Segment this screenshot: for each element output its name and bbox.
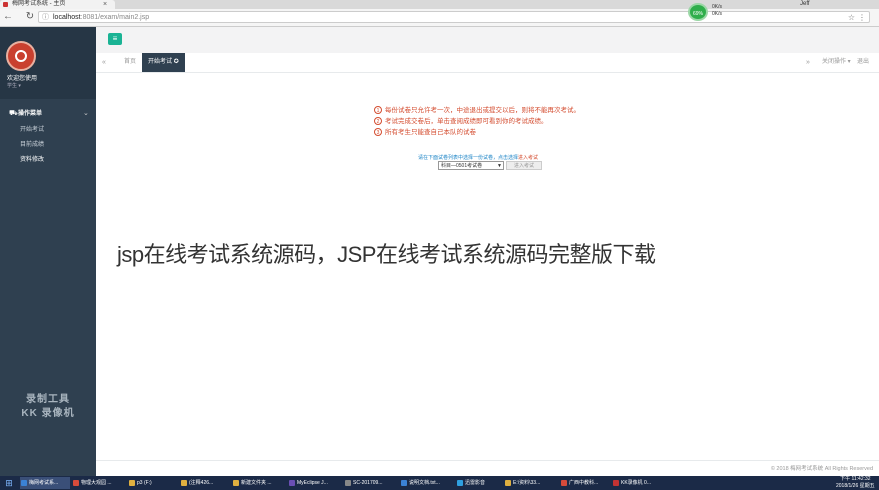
double-chevron-right-icon[interactable]: » [806, 53, 810, 72]
chevron-down-icon: ⌄ [83, 110, 89, 117]
car-icon: ⛟ [9, 110, 18, 117]
submenu: 开始考试 目前成绩 资料修改 [0, 123, 96, 168]
browser-tab[interactable]: 梅网考试系统 - 主页 × [0, 0, 115, 9]
tab-start-exam[interactable]: 开始考试 ✪ [142, 53, 185, 72]
app-icon [505, 480, 511, 486]
close-icon[interactable]: × [103, 0, 107, 9]
taskbar-item[interactable]: 迅雷影音 [456, 477, 502, 489]
notice-line: 2 考试完成交卷后，单击查阅成绩即可看到你的考试成绩。 [374, 116, 674, 127]
taskbar-item-label: 迅雷影音 [465, 480, 486, 486]
speed-percent: 69% [688, 3, 708, 21]
app-icon [233, 480, 239, 486]
taskbar-item[interactable]: 新建文件夹 ... [232, 477, 286, 489]
user-role-dropdown[interactable]: 学生 ▾ [7, 82, 21, 89]
sidebar-item-current-score[interactable]: 目前成绩 [0, 138, 96, 153]
windows-start-icon[interactable]: ⊞ [2, 477, 16, 489]
taskbar-item[interactable]: SC-201709... [344, 477, 398, 489]
taskbar-item-label: 梅网考试系... [29, 480, 59, 486]
taskbar-item-label: 新建文件夹 ... [241, 480, 272, 486]
taskbar-item[interactable]: 梅网考试系... [20, 477, 70, 489]
sidebar-profile: 欢迎您使用 学生 ▾ [0, 27, 96, 99]
taskbar-item[interactable]: KK录像机 0... [612, 477, 662, 489]
reload-icon[interactable]: ↻ [24, 11, 36, 23]
recorder-watermark-line1: 录制工具 [26, 394, 70, 405]
app-icon [289, 480, 295, 486]
overlay-title: jsp在线考试系统源码，JSP在线考试系统源码完整版下载 [117, 237, 656, 269]
taskbar-item[interactable]: 广西中教科... [560, 477, 610, 489]
recorder-watermark: 录制工具 KK 录像机 [0, 393, 96, 421]
notice-line: 1 每份试卷只允许考一次，中途退出或提交以后，则将不能再次考试。 [374, 105, 674, 116]
taskbar-item-label: 广西中教科... [569, 480, 599, 486]
exam-select[interactable]: 科目—0501考试卷 ▼ [438, 161, 504, 170]
menu-dots-icon[interactable]: ⋮ [858, 12, 866, 23]
taskbar-item-label: E:\资料\33... [513, 480, 541, 486]
menu-group-label: 操作菜单 [18, 111, 43, 117]
taskbar-clock[interactable]: 下午 11:42:32 2018/1/26 星期五 [836, 476, 875, 490]
hamburger-icon[interactable]: ≡ [108, 33, 122, 45]
close-ops-dropdown[interactable]: 关闭操作 ▾ [822, 53, 851, 72]
page-tabs: « 首页 开始考试 ✪ » 关闭操作 ▾ 退出 [96, 53, 879, 73]
double-chevron-left-icon[interactable]: « [102, 53, 106, 72]
taskbar-item[interactable]: 说明文档.txt... [400, 477, 454, 489]
taskbar-item-label: p3 (F:) [137, 480, 152, 486]
app-icon [561, 480, 567, 486]
network-speed-widget[interactable]: 69% 0K/s 0K/s [688, 3, 778, 21]
star-icon[interactable]: ☆ [848, 12, 855, 23]
taskbar-item-label: 说明文档.txt... [409, 480, 440, 486]
taskbar-item[interactable]: (注释426... [180, 477, 230, 489]
top-navbar: ≡ [96, 27, 879, 54]
back-arrow-icon[interactable]: ← [2, 11, 14, 23]
caret-down-icon: ▼ [497, 163, 502, 169]
taskbar-item[interactable]: MyEclipse J... [288, 477, 342, 489]
recorder-watermark-line2: KK 录像机 [21, 408, 75, 419]
tab-home[interactable]: 首页 [118, 53, 142, 72]
info-icon: ⓘ [42, 14, 49, 21]
taskbar-item-label: SC-201709... [353, 480, 383, 486]
taskbar-item-label: 物理大观园 ... [81, 480, 112, 486]
sidebar-item-start-exam[interactable]: 开始考试 [0, 123, 96, 138]
windows-taskbar: ⊞ 梅网考试系... 物理大观园 ... p3 (F:) (注释426... 新建文件夹… [0, 476, 879, 490]
exit-button[interactable]: 退出 [857, 53, 869, 72]
app-icon [457, 480, 463, 486]
select-hint: 请在下面试卷列表中选择一份试卷，点击选择进入考试 [418, 155, 539, 161]
app-icon [345, 480, 351, 486]
logo-icon [6, 41, 36, 71]
taskbar-item[interactable]: 物理大观园 ... [72, 477, 126, 489]
app-icon [129, 480, 135, 486]
app-icon [613, 480, 619, 486]
exam-notice: 1 每份试卷只允许考一次，中途退出或提交以后，则将不能再次考试。 2 考试完成交卷后… [374, 105, 674, 138]
sidebar-item-edit-profile[interactable]: 资料修改 [0, 153, 96, 168]
browser-tab-title: 梅网考试系统 - 主页 [12, 1, 66, 7]
clock-date: 2018/1/26 星期五 [836, 483, 875, 489]
app-icon [21, 480, 27, 486]
taskbar-item-label: KK录像机 0... [621, 480, 652, 486]
sidebar: 欢迎您使用 学生 ▾ ⛟ 操作菜单 ⌄ 开始考试 目前成绩 资料修改 录制工具 … [0, 27, 96, 476]
download-speed: 0K/s [712, 11, 723, 17]
upload-speed: 0K/s [712, 4, 723, 10]
url-path: :8081/exam/main2.jsp [80, 14, 150, 21]
clock-time: 下午 11:42:32 [840, 476, 871, 482]
url-host: localhost [53, 14, 81, 21]
taskbar-item-label: MyEclipse J... [297, 480, 328, 486]
welcome-text: 欢迎您使用 [7, 76, 38, 82]
enter-exam-button[interactable]: 进入考试 [506, 161, 542, 170]
app-icon [401, 480, 407, 486]
window-user-label: Jeff [800, 1, 810, 7]
taskbar-item[interactable]: E:\资料\33... [504, 477, 558, 489]
notice-line: 3 所有考生只能查自己本队的试卷 [374, 127, 674, 138]
copyright-text: © 2018 梅网考试系统 All Rights Reserved [770, 466, 873, 472]
taskbar-item-label: (注释426... [189, 480, 214, 486]
taskbar-item[interactable]: p3 (F:) [128, 477, 178, 489]
footer: © 2018 梅网考试系统 All Rights Reserved [96, 460, 879, 477]
app-icon [73, 480, 79, 486]
menu-group-operations[interactable]: ⛟ 操作菜单 ⌄ [0, 107, 96, 121]
favicon-icon [3, 2, 8, 7]
app-icon [181, 480, 187, 486]
